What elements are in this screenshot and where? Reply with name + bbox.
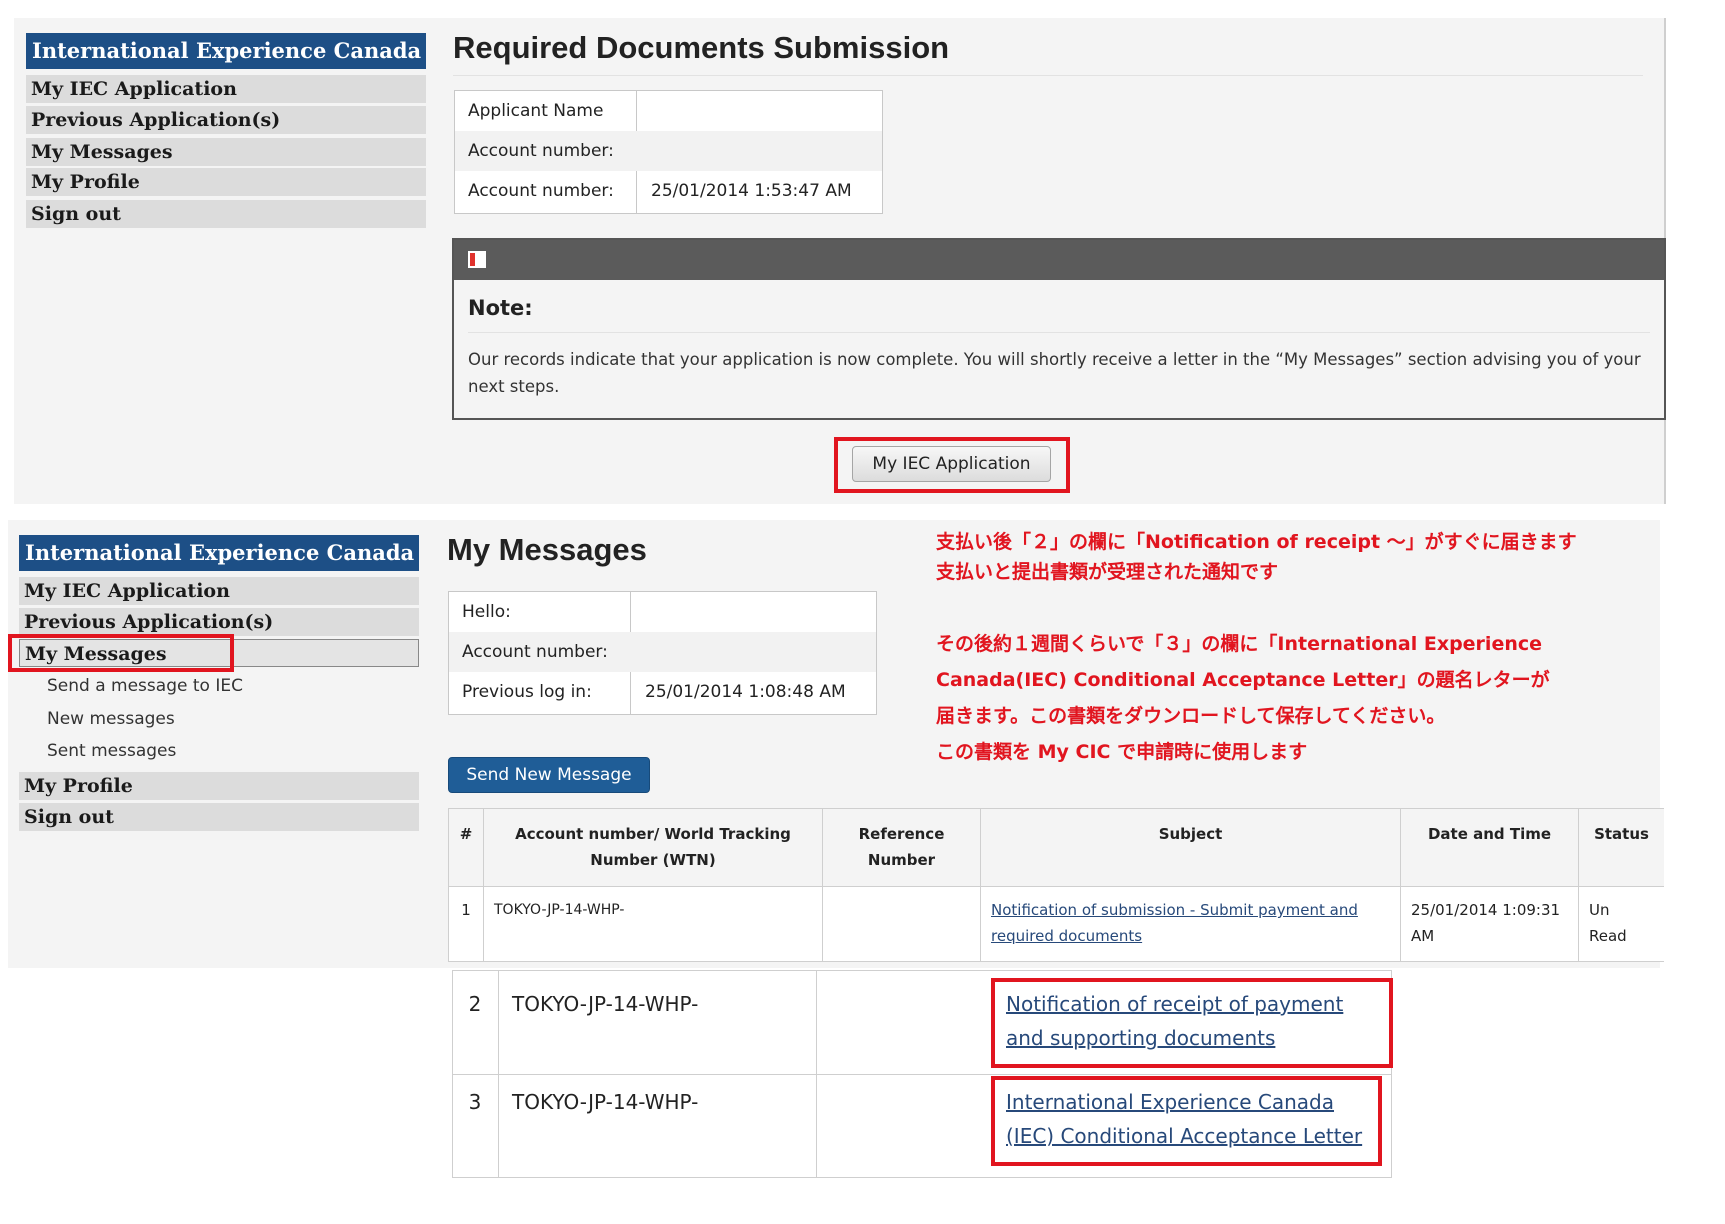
annotation-line: 支払いと提出書類が受理された通知です xyxy=(936,561,1279,583)
note-header-bar xyxy=(454,240,1664,280)
column-header-subject: Subject xyxy=(981,809,1400,886)
sidebar-item-my-messages[interactable]: My Messages xyxy=(26,138,426,166)
info-value xyxy=(637,131,882,171)
sidebar-item-my-profile[interactable]: My Profile xyxy=(19,772,419,800)
row-account: TOKYO-JP-14-WHP- xyxy=(512,1090,699,1114)
row-number: 2 xyxy=(468,992,482,1016)
row-subject-link[interactable]: Notification of submission - Submit paym… xyxy=(991,887,1391,949)
note-panel: Note: Our records indicate that your app… xyxy=(452,238,1666,420)
sidebar-item-previous-applications[interactable]: Previous Application(s) xyxy=(26,106,426,134)
sidebar-item-sign-out[interactable]: Sign out xyxy=(19,803,419,831)
page-title: Required Documents Submission xyxy=(453,30,950,65)
sidebar-subitem-send-message[interactable]: Send a message to IEC xyxy=(47,674,243,698)
note-heading: Note: xyxy=(468,296,533,320)
annotation-line: Canada(IEC) Conditional Acceptance Lette… xyxy=(936,669,1550,691)
sidebar-item-my-iec-application[interactable]: My IEC Application xyxy=(26,75,426,103)
highlight-box xyxy=(991,1076,1382,1166)
book-icon xyxy=(468,251,486,268)
info-label: Account number: xyxy=(462,642,608,662)
column-header-reference: Reference Number xyxy=(823,809,980,886)
annotation-line: この書類を My CIC で申請時に使用します xyxy=(936,741,1308,763)
note-divider xyxy=(468,332,1650,333)
page-title: My Messages xyxy=(447,532,647,567)
sidebar-title: International Experience Canada xyxy=(26,33,426,69)
user-info-table: Hello: Account number: Previous log in: … xyxy=(448,591,877,715)
sidebar-item-previous-applications[interactable]: Previous Application(s) xyxy=(19,608,419,636)
send-new-message-button[interactable]: Send New Message xyxy=(448,757,650,793)
sidebar-title: International Experience Canada xyxy=(19,535,419,571)
info-label: Account number: xyxy=(468,141,614,161)
column-header-status: Status xyxy=(1579,809,1664,886)
applicant-info-table: Applicant Name Account number: Account n… xyxy=(454,90,883,214)
info-value xyxy=(637,91,882,131)
row-status: Un Read xyxy=(1589,901,1627,945)
sidebar-item-my-iec-application[interactable]: My IEC Application xyxy=(19,577,419,605)
note-body: Our records indicate that your applicati… xyxy=(468,350,1641,396)
row-date-time: 25/01/2014 1:09:31 AM xyxy=(1411,901,1561,945)
column-header-account: Account number/ World Tracking Number (W… xyxy=(484,809,822,886)
messages-table: # Account number/ World Tracking Number … xyxy=(448,808,1664,962)
highlight-box xyxy=(834,437,1070,493)
info-label: Account number: xyxy=(468,181,614,201)
row-account: TOKYO-JP-14-WHP- xyxy=(494,902,625,918)
info-value: 25/01/2014 1:53:47 AM xyxy=(651,181,852,201)
sidebar-subitem-sent-messages[interactable]: Sent messages xyxy=(47,739,176,763)
info-label: Previous log in: xyxy=(462,682,592,702)
sidebar-item-sign-out[interactable]: Sign out xyxy=(26,200,426,228)
row-number: 1 xyxy=(461,901,471,919)
highlight-box xyxy=(991,978,1393,1068)
column-header-date-time: Date and Time xyxy=(1401,809,1578,886)
info-value xyxy=(631,632,876,672)
title-divider xyxy=(453,75,1643,76)
row-account: TOKYO-JP-14-WHP- xyxy=(512,992,699,1016)
row-number: 3 xyxy=(468,1090,482,1114)
annotation-line: 届きます。この書類をダウンロードして保存してください。 xyxy=(936,705,1446,727)
info-label: Hello: xyxy=(462,602,511,622)
info-value: 25/01/2014 1:08:48 AM xyxy=(645,682,846,702)
annotation-line: その後約１週間くらいで「３」の欄に「International Experien… xyxy=(936,633,1543,655)
info-value xyxy=(631,592,876,632)
column-header-number: # xyxy=(449,809,483,886)
info-label: Applicant Name xyxy=(468,101,604,121)
highlight-box xyxy=(8,634,234,672)
sidebar-item-my-profile[interactable]: My Profile xyxy=(26,168,426,196)
sidebar-subitem-new-messages[interactable]: New messages xyxy=(47,707,175,731)
